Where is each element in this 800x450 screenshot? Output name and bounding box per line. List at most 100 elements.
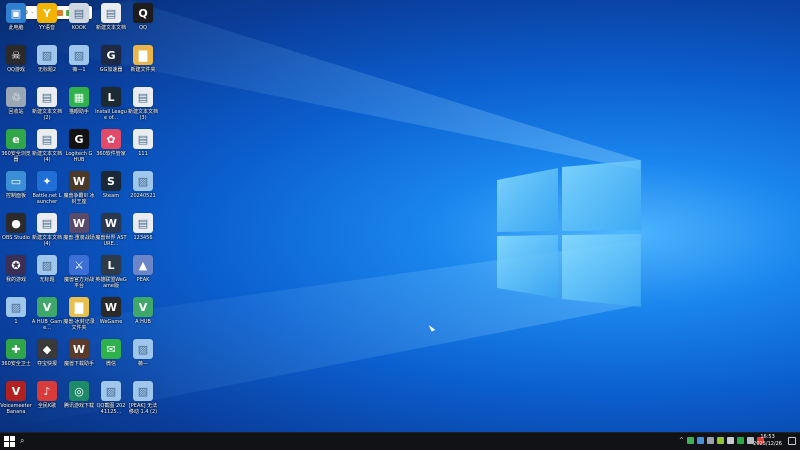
desktop-icon[interactable]: ✦ Battle.net Launcher bbox=[31, 171, 63, 205]
desktop-icon[interactable]: ◆ 夺宝快报 bbox=[31, 339, 63, 367]
league-icon: L bbox=[101, 87, 121, 107]
start-button[interactable] bbox=[4, 436, 15, 447]
desktop-icon[interactable]: ▇ 魔兽·冰封记录文件夹 bbox=[63, 297, 95, 331]
desktop-icon[interactable]: ▤ 新建文本文档 (4) bbox=[31, 129, 63, 163]
desktop-icon[interactable]: S Steam bbox=[95, 171, 127, 199]
warcraft-icon: W bbox=[69, 213, 89, 233]
browser-icon: e bbox=[6, 129, 26, 149]
desktop-icon[interactable]: ▨ 无标题 bbox=[31, 255, 63, 283]
desktop-icon-label: 魔兽争霸III 冰封王座 bbox=[63, 193, 95, 205]
desktop-icon-label: A HUB_Game... bbox=[31, 319, 63, 331]
desktop-icon[interactable]: ▤ 111 bbox=[127, 129, 159, 157]
image-icon: ▨ bbox=[133, 381, 153, 401]
desktop-icon[interactable]: W 魔兽世界 ASTURE... bbox=[95, 213, 127, 247]
desktop-icon-label: 新建文本文档 bbox=[95, 25, 126, 31]
desktop-icon[interactable]: ▨ 20240521 bbox=[127, 171, 159, 199]
desktop-icon[interactable]: ▤ 新建文本文档 (2) bbox=[31, 87, 63, 121]
tray-app-icon[interactable] bbox=[687, 437, 694, 444]
clock-date: 2025/12/26 bbox=[753, 441, 782, 447]
wow-icon: W bbox=[101, 213, 121, 233]
desktop-icon[interactable]: W WeGame bbox=[95, 297, 127, 325]
desktop-icon[interactable]: ▤ 新建文本文档 (3) bbox=[127, 87, 159, 121]
desktop-icon[interactable]: ▭ 控制面板 bbox=[0, 171, 32, 199]
app-icon: ▦ bbox=[69, 87, 89, 107]
desktop-icon-label: 微信 bbox=[105, 361, 116, 367]
desktop-icon-label: 魔兽下载助手 bbox=[63, 361, 94, 367]
desktop-icon[interactable]: V A HUB bbox=[127, 297, 159, 325]
desktop-icon[interactable]: ✚ 360安全卫士 bbox=[0, 339, 32, 367]
tray-app-icon[interactable] bbox=[697, 437, 704, 444]
desktop-icon[interactable]: ☠ QQ游戏 bbox=[0, 45, 32, 73]
desktop-icon[interactable]: G GG加速器 bbox=[95, 45, 127, 73]
desktop-icon[interactable]: ▨ 薇—1 bbox=[63, 45, 95, 73]
desktop-icon-label: QQ bbox=[139, 25, 147, 31]
desktop-icon[interactable]: V Voicemeeter Banana bbox=[0, 381, 32, 415]
desktop-icon[interactable]: W 魔兽争霸III 冰封王座 bbox=[63, 171, 95, 205]
desktop-icon[interactable]: ◎ 腾讯游戏下载 bbox=[63, 381, 95, 409]
control-panel-icon: ▭ bbox=[6, 171, 26, 191]
folder-icon: ▇ bbox=[69, 297, 89, 317]
desktop-icon-label: KOOK bbox=[71, 25, 87, 31]
desktop-icon[interactable]: L Install League of... bbox=[95, 87, 127, 121]
desktop-icon-label: Battle.net Launcher bbox=[32, 193, 62, 205]
desktop-icon[interactable]: ✉ 微信 bbox=[95, 339, 127, 367]
desktop-icon-label: QQ游戏 bbox=[7, 67, 25, 73]
desktop-icon-label: 我的游戏 bbox=[5, 277, 26, 283]
desktop-icon-label: WeGame bbox=[99, 319, 123, 325]
desktop-icon[interactable]: ♪ 全民K歌 bbox=[31, 381, 63, 409]
desktop-icon[interactable]: ▤ 新建文本文档 (4) bbox=[31, 213, 63, 247]
search-icon[interactable]: ⌕ bbox=[20, 436, 24, 446]
clock[interactable]: 16:53 2025/12/26 bbox=[753, 434, 782, 448]
desktop-icon[interactable]: e 360安全浏览器 bbox=[0, 129, 32, 163]
desktop-icon[interactable]: ▨ 无标题2 bbox=[31, 45, 63, 73]
desktop-icon[interactable]: ● OBS Studio bbox=[0, 213, 32, 241]
desktop-icon[interactable]: ▲ PEAK bbox=[127, 255, 159, 283]
desktop-icon[interactable]: W 魔兽·重装战场 bbox=[63, 213, 95, 241]
desktop-icon[interactable]: ▤ 123456 bbox=[127, 213, 159, 241]
network-icon[interactable] bbox=[707, 437, 714, 444]
desktop-icon-label: PEAK bbox=[136, 277, 150, 283]
desktop-icon[interactable]: V A HUB_Game... bbox=[31, 297, 63, 331]
desktop-icon[interactable]: ▦ 猫眼助手 bbox=[63, 87, 95, 115]
vuppo-icon: V bbox=[133, 297, 153, 317]
tray-app-icon[interactable] bbox=[717, 437, 724, 444]
desktop-icon[interactable]: ✿ 360软件管家 bbox=[95, 129, 127, 157]
desktop-icon[interactable]: ▤ 新建文本文档 bbox=[95, 3, 127, 31]
qq-icon: Q bbox=[133, 3, 153, 23]
show-hidden-icons-icon[interactable]: ^ bbox=[679, 437, 684, 444]
desktop-icon[interactable]: ▨ 薇— bbox=[127, 339, 159, 367]
desktop-icon[interactable]: Y YY语音 bbox=[31, 3, 63, 31]
voicemeeter-icon: V bbox=[6, 381, 26, 401]
text-file-icon: ▤ bbox=[37, 87, 57, 107]
notification-center-icon[interactable] bbox=[788, 437, 796, 445]
desktop-icon[interactable]: ▨ [PEAK] 无法移动 1.4 (2) bbox=[127, 381, 159, 415]
download-icon: W bbox=[69, 339, 89, 359]
desktop-icon-label: 新建文本文档 (4) bbox=[31, 235, 62, 247]
obs-icon: ● bbox=[6, 213, 26, 233]
league-icon: L bbox=[101, 255, 121, 275]
clock-time: 16:53 bbox=[760, 434, 775, 440]
image-icon: ▨ bbox=[37, 45, 57, 65]
desktop-icon[interactable]: ⚔ 魔兽官方对战平台 bbox=[63, 255, 95, 289]
desktop-icon-label: 回收站 bbox=[8, 109, 24, 115]
desktop-icon[interactable]: ✪ 我的游戏 bbox=[0, 255, 32, 283]
desktop-icon[interactable]: W 魔兽下载助手 bbox=[63, 339, 95, 367]
desktop[interactable]: S 中 · 🎙 ▣此电脑YYY语音▤KOOK▤新建文本文档QQQ☠QQ游戏▨无标… bbox=[0, 0, 800, 433]
app-icon: ◆ bbox=[37, 339, 57, 359]
desktop-icon[interactable]: ▨ 1 bbox=[0, 297, 32, 325]
volume-icon[interactable] bbox=[727, 437, 734, 444]
desktop-icon-label: 猫眼助手 bbox=[68, 109, 89, 115]
desktop-icon[interactable]: L 英雄联盟WeGame版 bbox=[95, 255, 127, 289]
desktop-icon[interactable]: ▣ 此电脑 bbox=[0, 3, 32, 31]
tray-app-icon[interactable] bbox=[737, 437, 744, 444]
desktop-icon[interactable]: Q QQ bbox=[127, 3, 159, 31]
desktop-icon[interactable]: ♲ 回收站 bbox=[0, 87, 32, 115]
desktop-icon[interactable]: ▤ KOOK bbox=[63, 3, 95, 31]
desktop-icon-label: 新建文本文档 (4) bbox=[31, 151, 62, 163]
desktop-icon[interactable]: ▇ 新建文件夹 bbox=[127, 45, 159, 73]
desktop-icon-label: 英雄联盟WeGame版 bbox=[95, 277, 127, 289]
desktop-icon[interactable]: G Logitech G HUB bbox=[63, 129, 95, 163]
desktop-icon[interactable]: ▨ QQ截图 20241125... bbox=[95, 381, 127, 415]
desktop-icon-label: YY语音 bbox=[38, 25, 56, 31]
desktop-icon-label: 薇— bbox=[137, 361, 148, 367]
